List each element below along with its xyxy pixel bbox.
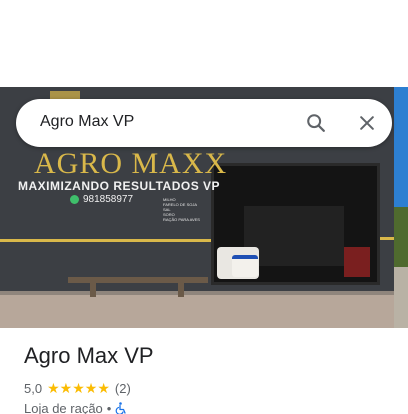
star-icon: ★ — [97, 380, 110, 396]
sign-phone-number: 981858977 — [83, 194, 134, 205]
red-object — [344, 247, 370, 277]
sign-title: AGRO MAXX — [34, 147, 228, 180]
category-row: Loja de ração • — [24, 401, 127, 414]
search-bar[interactable]: Agro Max VP — [16, 99, 392, 147]
close-icon — [360, 116, 374, 130]
search-icon — [307, 114, 325, 132]
separator: • — [106, 401, 112, 414]
bench — [68, 277, 208, 283]
clear-button[interactable] — [353, 109, 381, 137]
star-icon: ★ — [47, 380, 60, 396]
star-icon: ★ — [59, 380, 73, 396]
whatsapp-icon — [70, 195, 79, 204]
review-count[interactable]: (2) — [115, 381, 131, 396]
sidewalk — [0, 295, 394, 328]
bench-leg — [90, 283, 96, 297]
wall-stripe-right — [380, 237, 394, 240]
sky — [394, 87, 408, 207]
sign-subtitle: MAXIMIZANDO RESULTADOS VP — [18, 179, 221, 193]
tree — [394, 207, 408, 267]
wall-stripe — [0, 239, 211, 242]
wheelchair-icon — [115, 402, 126, 414]
feed-bags-2 — [232, 255, 258, 277]
bench-leg — [178, 283, 184, 297]
place-category: Loja de ração — [24, 401, 103, 414]
star-icon: ★ — [72, 380, 85, 396]
sign-items: MILHO FARELO DE SOJA SAL SORO RAÇÃO PARA… — [163, 197, 200, 222]
sign-phone: 981858977 — [70, 194, 133, 205]
side-wall — [394, 267, 408, 328]
search-button[interactable] — [302, 109, 330, 137]
rating-stars: ★ ★ ★ ★ ★ — [47, 381, 110, 395]
star-icon: ★ — [84, 380, 98, 396]
rating-row[interactable]: 5,0 ★ ★ ★ ★ ★ (2) — [24, 380, 131, 396]
search-input[interactable]: Agro Max VP — [40, 113, 134, 131]
place-name: Agro Max VP — [24, 343, 154, 368]
rating-value: 5,0 — [24, 380, 43, 396]
sign-item: RAÇÃO PARA AVES — [163, 217, 200, 222]
